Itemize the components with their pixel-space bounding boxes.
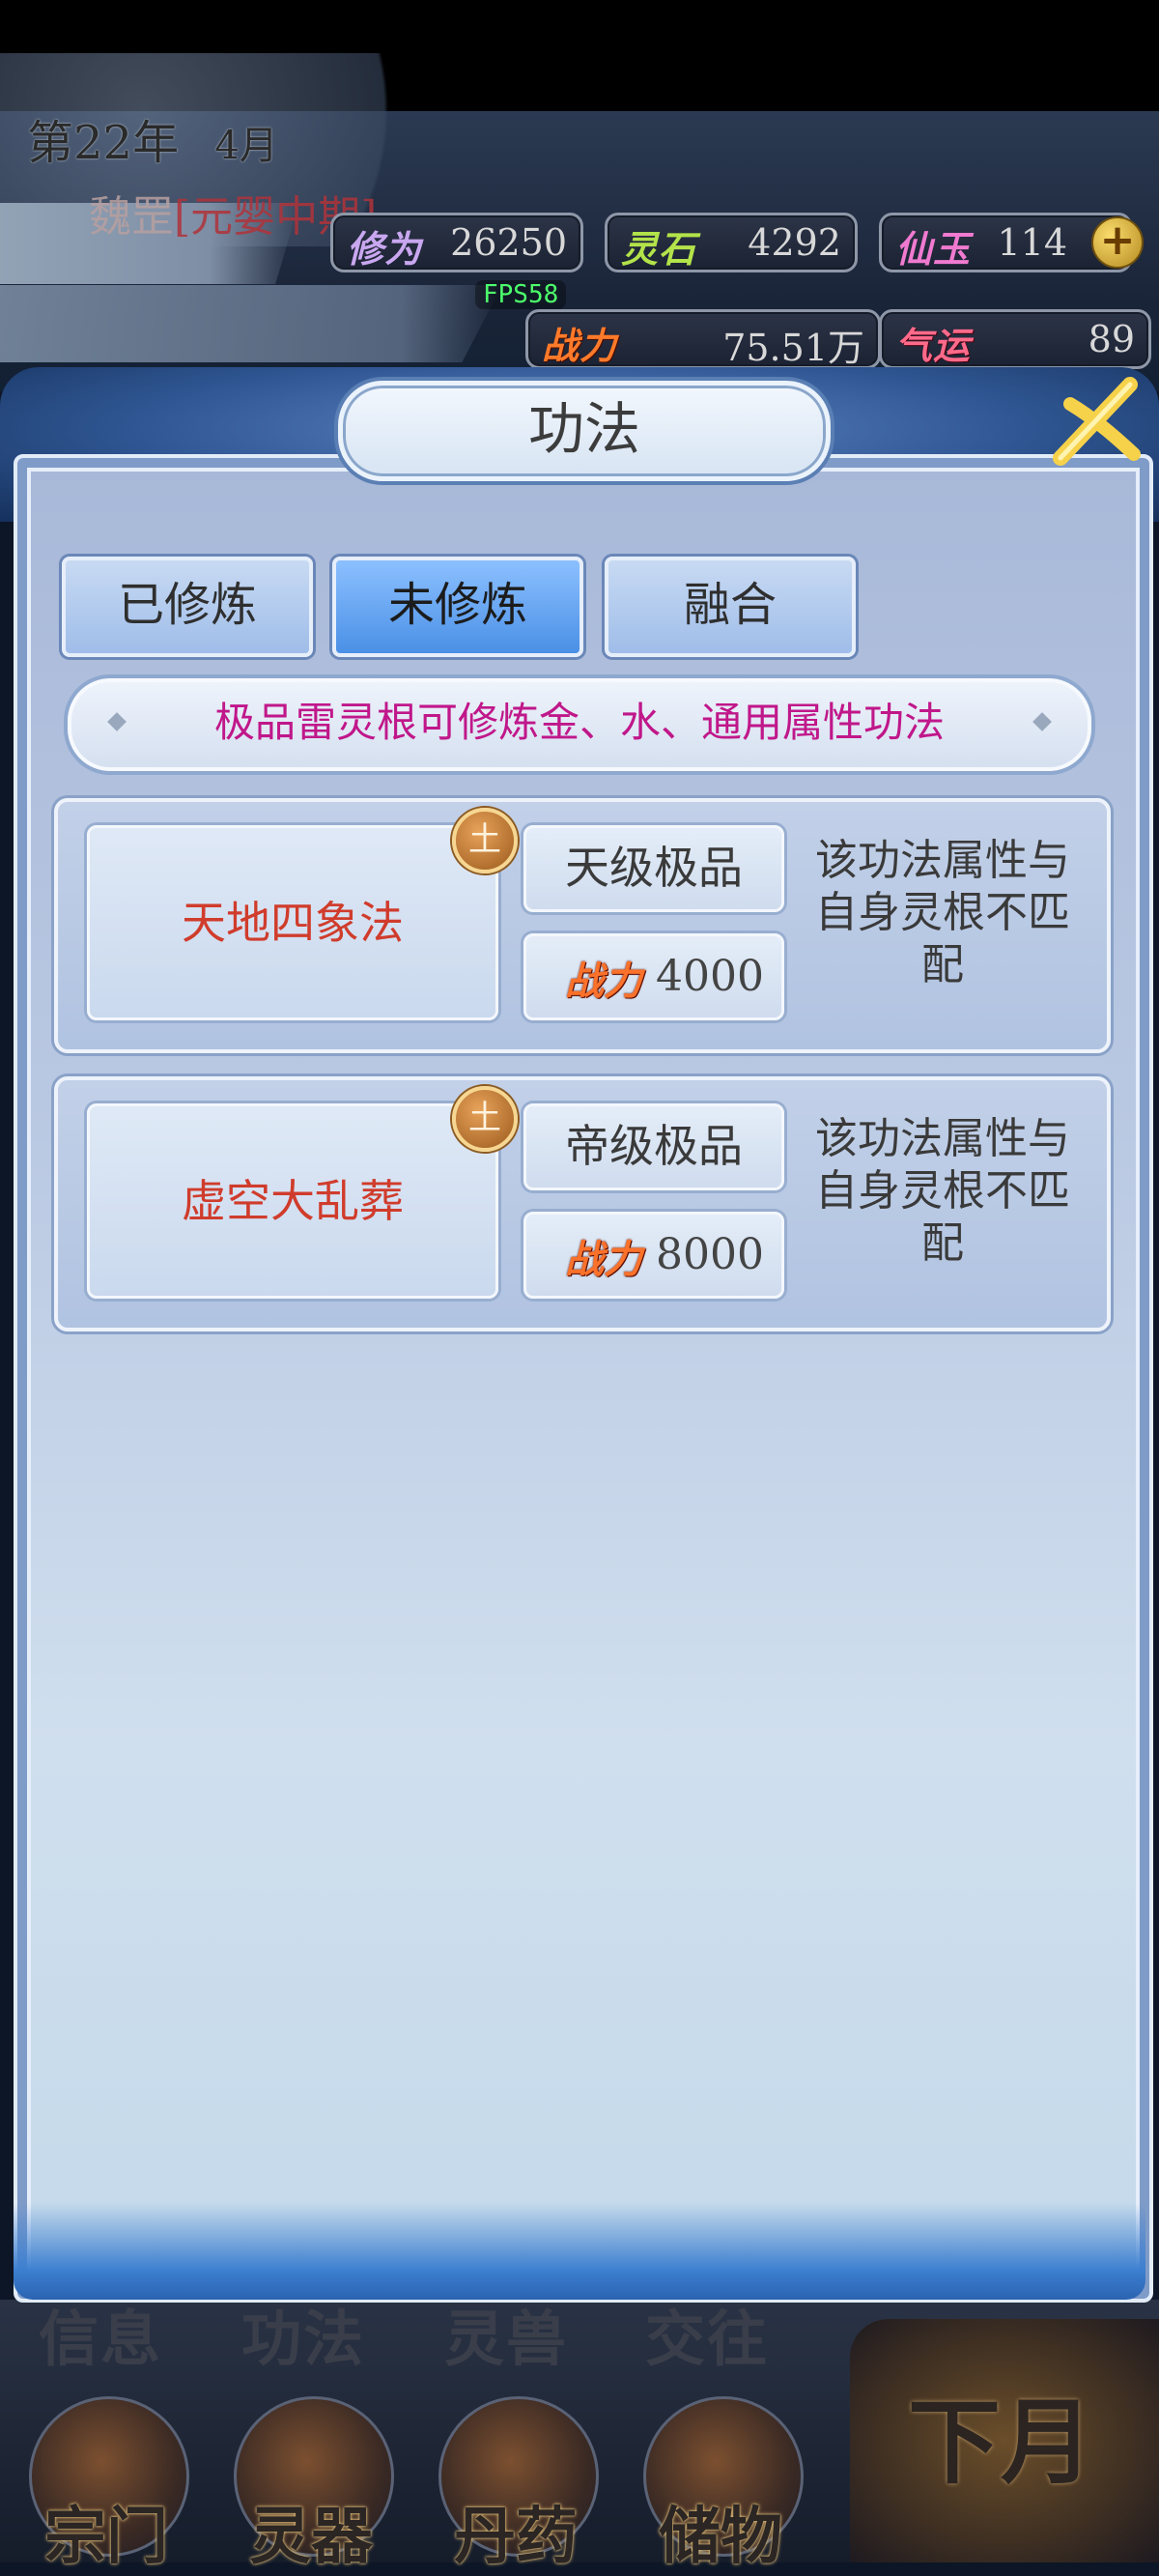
technique-grade: 帝级极品 (523, 1103, 784, 1190)
technique-name: 虚空大乱葬 (87, 1103, 498, 1299)
fps-counter: FPS58 (475, 280, 567, 309)
power-value: 8000 (656, 1230, 764, 1279)
mismatch-note: 该功法属性与自身灵根不匹配 (815, 836, 1070, 989)
resource-value: 114 (997, 221, 1067, 264)
year-text: 第22年 (27, 116, 180, 170)
nav-pill-button[interactable]: 丹药 (419, 2396, 612, 2573)
resource-label: 气运 (895, 324, 972, 367)
resource-label: 灵石 (621, 227, 697, 271)
nav-pill-label: 丹药 (454, 2501, 578, 2573)
nav-info-label[interactable]: 信息 (39, 2290, 162, 2377)
next-month-button[interactable]: 下月 (850, 2319, 1159, 2562)
resource-cultivation: 修为 26250 (330, 213, 583, 272)
nav-sect-button[interactable]: 宗门 (10, 2396, 203, 2573)
technique-card[interactable]: 虚空大乱葬 土 帝级极品 战力 8000 该功法属性与自身灵根不匹配 (54, 1076, 1111, 1331)
tab-fusion[interactable]: 融合 (605, 557, 856, 657)
resource-label: 仙玉 (895, 227, 972, 271)
add-jade-plus-icon[interactable]: + (1091, 216, 1144, 269)
name-plate (0, 285, 502, 362)
technique-power: 战力 8000 (523, 1212, 784, 1299)
nav-technique-label[interactable]: 功法 (241, 2290, 365, 2377)
technique-name: 天地四象法 (87, 825, 498, 1020)
diamond-left-icon (107, 712, 127, 731)
resource-label: 战力 (542, 324, 618, 367)
nav-beast-label[interactable]: 灵兽 (444, 2290, 568, 2377)
technique-card[interactable]: 天地四象法 土 天级极品 战力 4000 该功法属性与自身灵根不匹配 (54, 798, 1111, 1053)
close-icon[interactable] (1041, 365, 1147, 472)
hint-text: 极品雷灵根可修炼金、水、通用属性功法 (213, 699, 945, 746)
resource-value: 4292 (748, 221, 841, 264)
resource-spirit-stone: 灵石 4292 (605, 213, 858, 272)
panel-bottom-frame (14, 2203, 1145, 2300)
earth-element-icon: 土 (452, 808, 518, 873)
resource-label: 修为 (347, 227, 423, 271)
resource-value: 26250 (450, 221, 567, 264)
resource-combat-power: 战力 75.51万 (525, 309, 881, 369)
next-month-label: 下月 (908, 2388, 1093, 2497)
tab-unpracticed[interactable]: 未修炼 (332, 557, 583, 657)
nav-social-label[interactable]: 交往 (645, 2290, 769, 2377)
technique-power: 战力 4000 (523, 933, 784, 1020)
nav-artifact-label: 灵器 (249, 2501, 373, 2573)
resource-value: 89 (1088, 318, 1135, 360)
earth-element-icon: 土 (452, 1086, 518, 1152)
power-value: 4000 (656, 952, 764, 1001)
panel-title: 功法 (338, 381, 831, 481)
nav-sect-label: 宗门 (44, 2501, 168, 2573)
player-name-text: 魏罡 (89, 192, 174, 242)
nav-storage-button[interactable]: 储物 (624, 2396, 817, 2573)
month-text: 4月 (214, 124, 278, 168)
power-label: 战力 (565, 959, 642, 1004)
resource-value: 75.51万 (722, 327, 864, 369)
power-label: 战力 (565, 1237, 642, 1282)
mismatch-note: 该功法属性与自身灵根不匹配 (815, 1114, 1070, 1268)
tab-practiced[interactable]: 已修炼 (62, 557, 313, 657)
diamond-right-icon (1032, 712, 1052, 731)
date-label: 第22年 4月 (27, 104, 278, 172)
nav-storage-label: 储物 (659, 2501, 782, 2573)
spirit-root-hint-banner: 极品雷灵根可修炼金、水、通用属性功法 (68, 678, 1091, 771)
nav-artifact-button[interactable]: 灵器 (214, 2396, 408, 2573)
resource-luck: 气运 89 (879, 309, 1151, 369)
technique-grade: 天级极品 (523, 825, 784, 912)
